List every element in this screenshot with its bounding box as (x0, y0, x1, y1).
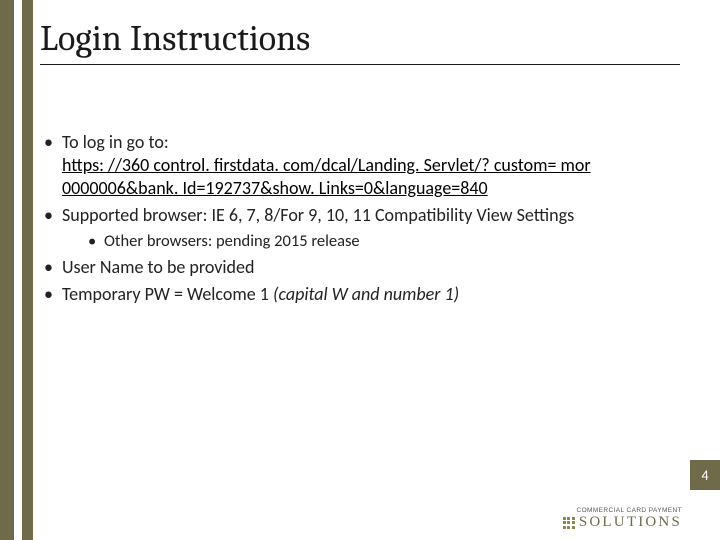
bullet-group-2: Supported browser: IE 6, 7, 8/For 9, 10,… (40, 204, 680, 252)
footer-big-text: SOLUTIONS (579, 515, 682, 530)
browser-sub-item: Other browsers: pending 2015 release (86, 231, 680, 252)
page-number-badge: 4 (690, 460, 720, 490)
bullet-browser: Supported browser: IE 6, 7, 8/For 9, 10,… (40, 204, 680, 252)
logo-dots-icon (563, 517, 575, 529)
browser-text: Supported browser: IE 6, 7, 8/For 9, 10,… (62, 204, 574, 226)
title-underline (40, 64, 680, 65)
bullet-password: Temporary PW = Welcome 1 (capital W and … (40, 283, 680, 306)
bullet-group-1: To log in go to: https: //360 control. f… (40, 131, 680, 200)
slide-body: To log in go to: https: //360 control. f… (40, 131, 680, 306)
pw-note: (capital W and number 1) (273, 283, 459, 305)
footer-logo: COMMERCIAL CARD PAYMENT SOLUTIONS (563, 508, 682, 531)
accent-stripe (0, 0, 33, 540)
bullet-group-3: User Name to be provided Temporary PW = … (40, 256, 680, 306)
login-label: To log in go to: (62, 131, 169, 153)
bullet-login: To log in go to: https: //360 control. f… (40, 131, 680, 200)
slide-title: Login Instructions (40, 20, 680, 58)
bullet-username: User Name to be provided (40, 256, 680, 279)
slide-content: Login Instructions To log in go to: http… (40, 20, 680, 310)
browser-sublist: Other browsers: pending 2015 release (86, 231, 680, 252)
pw-text: Temporary PW = Welcome 1 (62, 283, 273, 305)
login-url-link[interactable]: https: //360 control. firstdata. com/dca… (62, 154, 591, 199)
